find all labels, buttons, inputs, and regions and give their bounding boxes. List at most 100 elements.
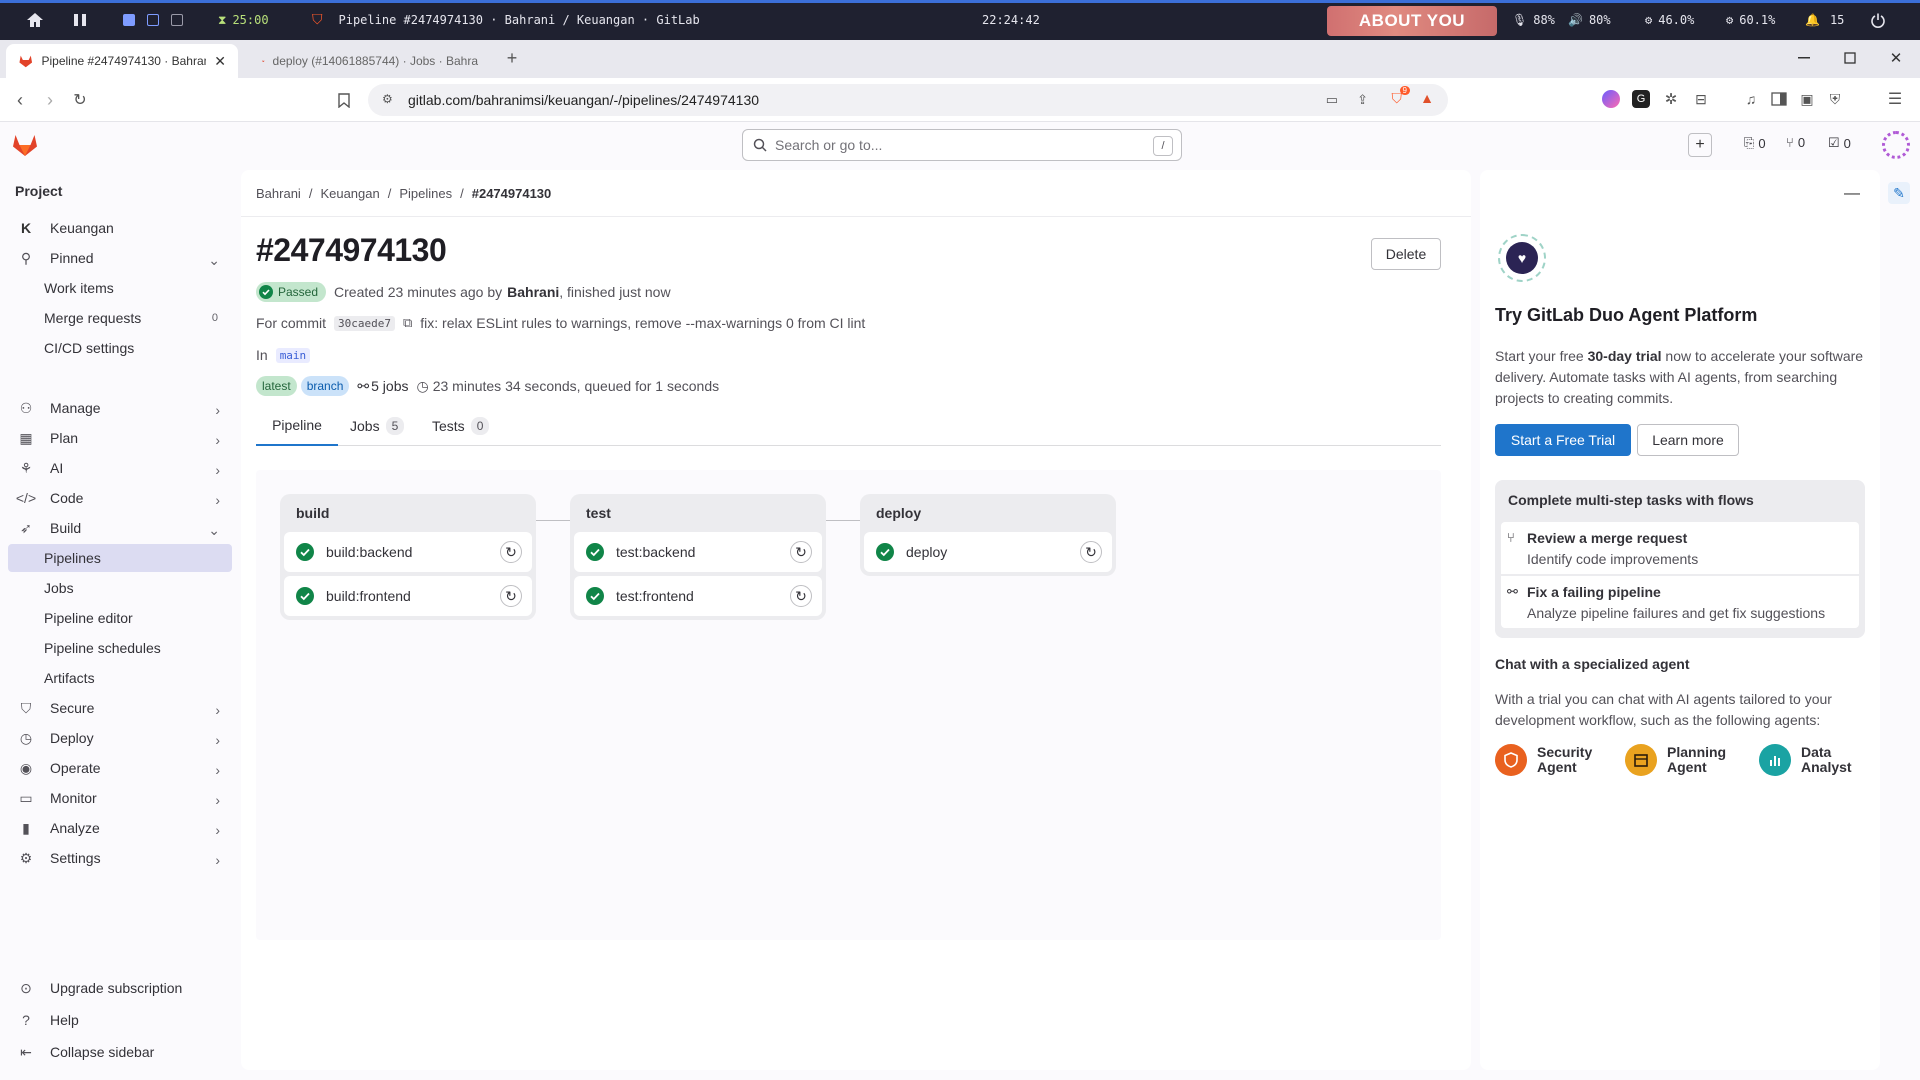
- share-icon[interactable]: ⇪: [1357, 92, 1368, 108]
- job-build-backend[interactable]: build:backend ↻: [284, 532, 532, 572]
- back-icon[interactable]: ‹: [10, 90, 30, 110]
- minimize-panel-icon[interactable]: —: [1842, 184, 1862, 204]
- learn-more-button[interactable]: Learn more: [1637, 424, 1739, 456]
- sidebar-item-code[interactable]: </> Code ›: [8, 484, 232, 512]
- author-link[interactable]: Bahrani: [507, 284, 559, 300]
- flow-fix-failing-pipeline[interactable]: ⚯ Fix a failing pipeline Analyze pipelin…: [1501, 576, 1859, 628]
- workspace-1-icon[interactable]: [123, 14, 135, 26]
- clock[interactable]: 22:24:42: [982, 0, 1040, 40]
- retry-icon[interactable]: ↻: [790, 585, 812, 607]
- url-bar[interactable]: ⚙ gitlab.com/bahranimsi/keuangan/-/pipel…: [368, 84, 1448, 116]
- breadcrumb-link-keuangan[interactable]: Keuangan: [320, 186, 379, 201]
- todos-counter[interactable]: ☑ 0: [1828, 135, 1851, 151]
- power-icon[interactable]: [1870, 0, 1886, 40]
- tab-manager-icon[interactable]: ⊟: [1692, 90, 1710, 108]
- minimize-icon[interactable]: [1794, 48, 1814, 68]
- wallet-icon[interactable]: ▣: [1798, 90, 1816, 108]
- breadcrumb-current[interactable]: #2474974130: [472, 186, 552, 201]
- gitlab-logo-icon[interactable]: [12, 132, 38, 158]
- maximize-icon[interactable]: [1840, 48, 1860, 68]
- tab-jobs[interactable]: Jobs 5: [350, 406, 405, 446]
- close-tab-icon[interactable]: ✕: [214, 53, 226, 70]
- sidebar-item-cicd-settings[interactable]: CI/CD settings: [8, 334, 232, 362]
- site-settings-icon[interactable]: ⚙: [382, 92, 393, 106]
- retry-icon[interactable]: ↻: [790, 541, 812, 563]
- flow-review-merge-request[interactable]: ⑂ Review a merge request Identify code i…: [1501, 522, 1859, 574]
- home-icon[interactable]: [26, 0, 44, 40]
- volume-status[interactable]: 🔊 80%: [1568, 0, 1611, 40]
- sidebar-item-manage[interactable]: ⚇ Manage ›: [8, 394, 232, 422]
- delete-button[interactable]: Delete: [1371, 238, 1441, 270]
- retry-icon[interactable]: ↻: [500, 541, 522, 563]
- extension-g-icon[interactable]: G: [1632, 90, 1650, 108]
- notifications[interactable]: 🔔 15: [1805, 0, 1844, 40]
- forward-icon[interactable]: ›: [40, 90, 60, 110]
- vpn-icon[interactable]: ⛨: [1826, 90, 1844, 108]
- close-window-icon[interactable]: ✕: [1886, 48, 1906, 68]
- sidebar-item-jobs[interactable]: Jobs: [8, 574, 232, 602]
- agent-planning[interactable]: Planning Agent: [1625, 744, 1726, 776]
- sidebar-item-secure[interactable]: ⛉ Secure ›: [8, 694, 232, 722]
- help-link[interactable]: ? Help: [8, 1006, 232, 1034]
- sidebar-item-plan[interactable]: ▦ Plan ›: [8, 424, 232, 452]
- workspace-2-icon[interactable]: [147, 14, 159, 26]
- breadcrumb-link-bahrani[interactable]: Bahrani: [256, 186, 301, 201]
- pause-icon[interactable]: [72, 0, 88, 40]
- copy-icon[interactable]: ⧉: [403, 315, 412, 331]
- sidebar-toggle-icon[interactable]: [1770, 90, 1788, 108]
- workspace-indicators[interactable]: [123, 0, 183, 40]
- workspace-3-icon[interactable]: [171, 14, 183, 26]
- job-build-frontend[interactable]: build:frontend ↻: [284, 576, 532, 616]
- sidebar-pinned-toggle[interactable]: ⚲ Pinned ⌄: [8, 244, 232, 272]
- merge-requests-counter[interactable]: ⑂ 0: [1786, 135, 1805, 150]
- job-test-frontend[interactable]: test:frontend ↻: [574, 576, 822, 616]
- issues-counter[interactable]: ⎘ 0: [1744, 135, 1766, 151]
- sidebar-item-work-items[interactable]: Work items: [8, 274, 232, 302]
- job-test-backend[interactable]: test:backend ↻: [574, 532, 822, 572]
- job-deploy[interactable]: deploy ↻: [864, 532, 1112, 572]
- sidebar-item-merge-requests[interactable]: Merge requests 0: [8, 304, 232, 332]
- retry-icon[interactable]: ↻: [500, 585, 522, 607]
- sidebar-item-build[interactable]: ➶ Build ⌄: [8, 514, 232, 542]
- sidebar-item-analyze[interactable]: ▮ Analyze ›: [8, 814, 232, 842]
- music-icon[interactable]: ♫: [1742, 90, 1760, 108]
- bookmark-icon[interactable]: [334, 90, 354, 110]
- cpu-status[interactable]: ⚙ 46.0%: [1645, 0, 1694, 40]
- timer[interactable]: ⧗ 25:00: [218, 0, 269, 40]
- collapse-sidebar-button[interactable]: ⇤ Collapse sidebar: [8, 1038, 232, 1066]
- branch-link[interactable]: main: [275, 347, 311, 363]
- brave-rewards-icon[interactable]: ▲: [1420, 90, 1434, 106]
- sidebar-item-pipelines[interactable]: Pipelines: [8, 544, 232, 572]
- avatar[interactable]: [1882, 131, 1910, 159]
- sidebar-project-link[interactable]: K Keuangan: [8, 214, 232, 242]
- commit-sha-link[interactable]: 30caede7: [334, 315, 395, 331]
- tab-tests[interactable]: Tests 0: [432, 406, 490, 446]
- sidebar-item-operate[interactable]: ◉ Operate ›: [8, 754, 232, 782]
- sidebar-item-pipeline-editor[interactable]: Pipeline editor: [8, 604, 232, 632]
- retry-icon[interactable]: ↻: [1080, 541, 1102, 563]
- agent-security[interactable]: Security Agent: [1495, 744, 1592, 776]
- sidebar-item-pipeline-schedules[interactable]: Pipeline schedules: [8, 634, 232, 662]
- memory-status[interactable]: ⚙ 60.1%: [1726, 0, 1775, 40]
- create-new-button[interactable]: +: [1688, 133, 1712, 157]
- sidebar-item-ai[interactable]: ⚘ AI ›: [8, 454, 232, 482]
- sidebar-item-deploy[interactable]: ◷ Deploy ›: [8, 724, 232, 752]
- sidebar-item-settings[interactable]: ⚙ Settings ›: [8, 844, 232, 872]
- menu-icon[interactable]: ☰: [1886, 90, 1904, 108]
- sidebar-item-artifacts[interactable]: Artifacts: [8, 664, 232, 692]
- mic-status[interactable]: 🎙 88%: [1512, 0, 1555, 40]
- sidebar-item-monitor[interactable]: ▭ Monitor ›: [8, 784, 232, 812]
- leo-ai-icon[interactable]: [1602, 90, 1620, 108]
- media-player[interactable]: ABOUT YOU: [1327, 6, 1497, 36]
- breadcrumb-link-pipelines[interactable]: Pipelines: [399, 186, 452, 201]
- status-badge[interactable]: Passed: [256, 282, 327, 302]
- agent-data-analyst[interactable]: Data Analyst: [1759, 744, 1852, 776]
- browser-tab-deploy[interactable]: deploy (#14061885744) · Jobs · Bahra: [250, 44, 490, 78]
- new-tab-icon[interactable]: +: [502, 48, 522, 68]
- puzzle-extensions-icon[interactable]: ✲: [1662, 90, 1680, 108]
- upgrade-subscription-link[interactable]: ⊙ Upgrade subscription: [8, 974, 232, 1002]
- tab-pipeline[interactable]: Pipeline: [256, 406, 338, 446]
- commit-message[interactable]: fix: relax ESLint rules to warnings, rem…: [420, 315, 865, 331]
- start-trial-button[interactable]: Start a Free Trial: [1495, 424, 1631, 456]
- cast-icon[interactable]: ▭: [1326, 92, 1338, 108]
